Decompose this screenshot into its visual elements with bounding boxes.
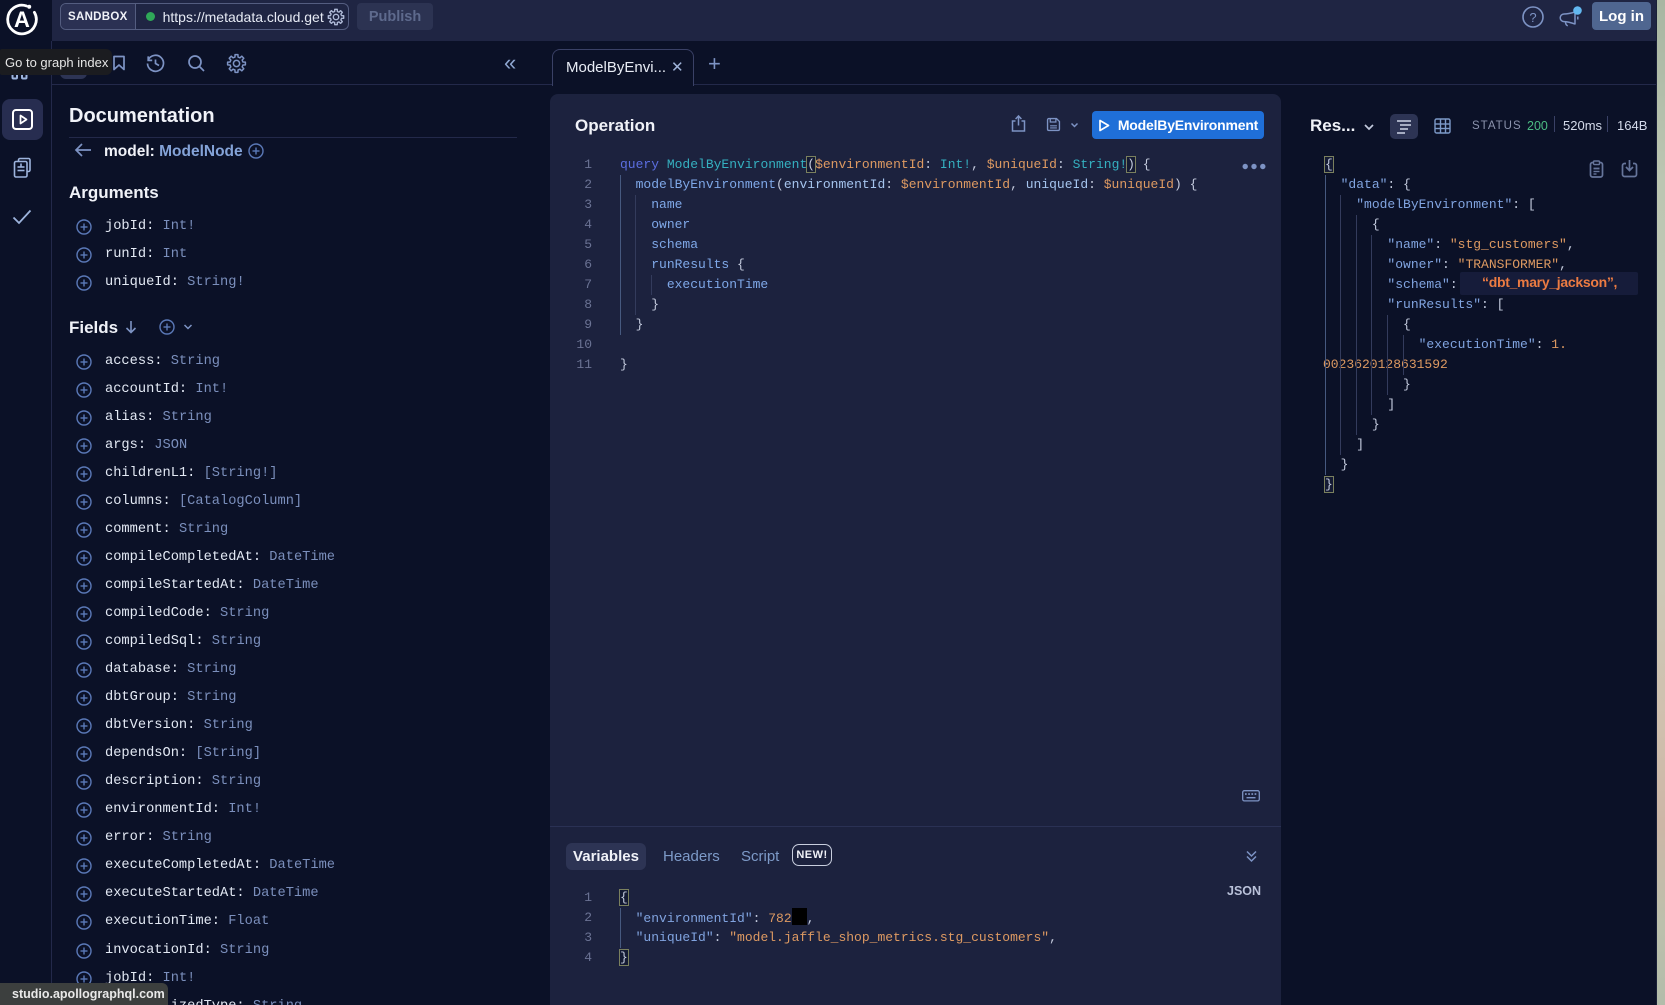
svg-text:?: ? — [1529, 10, 1536, 25]
svg-text:A: A — [14, 7, 30, 32]
